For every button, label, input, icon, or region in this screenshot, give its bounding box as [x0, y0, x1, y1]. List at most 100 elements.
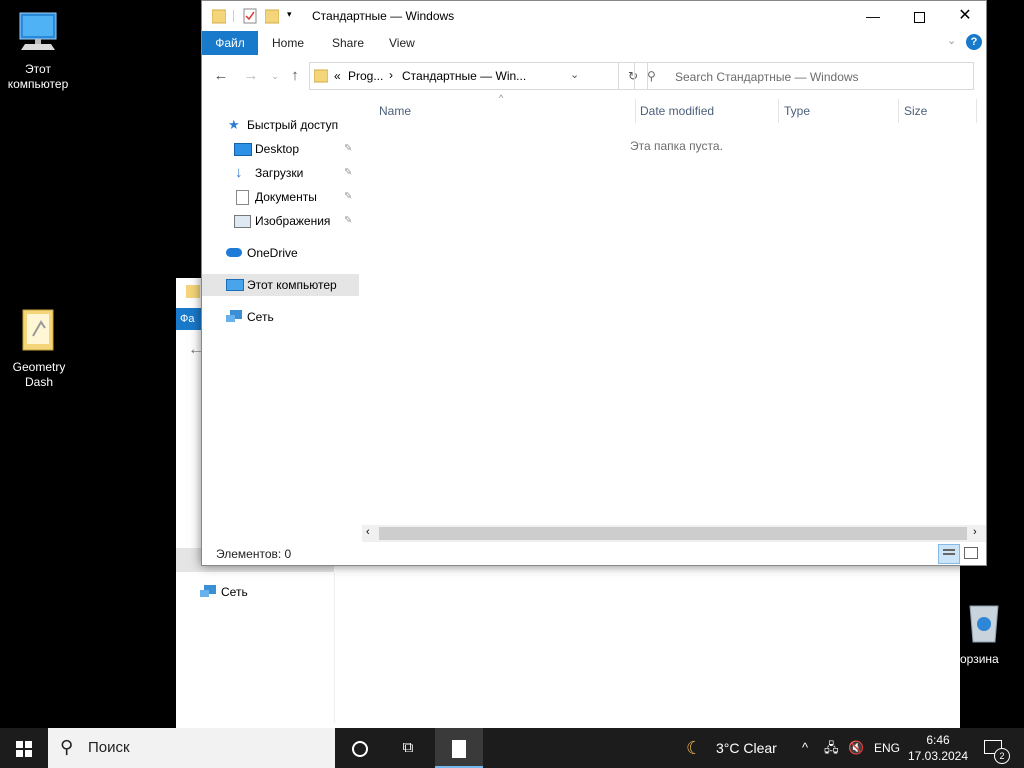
breadcrumb-item[interactable]: Prog...	[348, 69, 383, 83]
window-title: Стандартные — Windows	[312, 9, 455, 23]
computer-icon	[226, 279, 244, 291]
column-separator[interactable]	[778, 99, 779, 123]
explorer-window[interactable]: ▾ Стандартные — Windows — ✕ Файл Home Sh…	[201, 0, 987, 566]
tab-share[interactable]: Share	[332, 31, 364, 55]
start-button[interactable]	[0, 728, 48, 768]
minimize-button[interactable]: —	[850, 1, 896, 31]
details-view-button[interactable]	[938, 544, 960, 564]
back-button[interactable]: ←	[210, 65, 232, 87]
title-bar[interactable]: ▾ Стандартные — Windows — ✕	[202, 1, 986, 31]
properties-icon[interactable]	[243, 8, 257, 24]
status-bar-item-count: Элементов: 0	[216, 547, 292, 561]
download-icon: ↓	[235, 164, 243, 181]
maximize-button[interactable]	[896, 1, 942, 31]
language-indicator[interactable]: ENG	[874, 728, 900, 768]
volume-muted-icon[interactable]: 🔇	[848, 728, 864, 768]
scrollbar-thumb[interactable]	[379, 527, 967, 540]
breadcrumb-item[interactable]: Стандартные — Win...	[402, 69, 526, 83]
taskbar-search-label: Поиск	[88, 739, 130, 756]
column-separator[interactable]	[898, 99, 899, 123]
clock-time: 6:46	[926, 733, 950, 747]
nav-network[interactable]: Сеть	[202, 306, 359, 328]
cortana-button[interactable]	[336, 728, 384, 768]
weather-widget[interactable]: 3°C Clear	[716, 728, 777, 768]
column-separator[interactable]	[976, 99, 977, 123]
notification-count-badge: 2	[994, 748, 1010, 764]
quick-access-divider	[233, 10, 234, 22]
pin-icon[interactable]: ✎	[344, 186, 352, 208]
nav-label: OneDrive	[247, 246, 298, 260]
pin-icon[interactable]: ✎	[344, 138, 352, 160]
up-button[interactable]: ↑	[284, 65, 306, 87]
sort-indicator-icon: ^	[499, 93, 504, 103]
computer-icon	[19, 12, 57, 50]
forward-button[interactable]: →	[240, 65, 262, 87]
scroll-right-icon[interactable]: ›	[973, 526, 977, 538]
folder-icon	[22, 309, 54, 351]
clock[interactable]: 6:46 17.03.2024	[906, 732, 970, 764]
folder-icon	[212, 9, 226, 24]
nav-downloads[interactable]: ↓ Загрузки ✎	[202, 162, 359, 184]
cortana-icon	[352, 740, 368, 757]
background-nav-divider	[334, 573, 335, 723]
breadcrumb-overflow[interactable]: «	[334, 69, 341, 83]
network-icon	[200, 584, 218, 603]
tab-home[interactable]: Home	[272, 31, 304, 55]
pin-icon[interactable]: ✎	[344, 162, 352, 184]
task-view-button[interactable]: ⧉	[384, 728, 432, 768]
show-hidden-icons-button[interactable]: ^	[802, 728, 808, 768]
help-icon[interactable]: ?	[966, 34, 982, 50]
weather-icon[interactable]: ☾	[686, 728, 702, 768]
network-status-icon[interactable]: 🖧	[824, 728, 839, 768]
windows-logo-icon	[16, 740, 32, 757]
network-icon	[226, 310, 242, 322]
desktop-icon-this-pc[interactable]: Этот компьютер	[0, 10, 76, 92]
large-icons-view-button[interactable]	[964, 547, 978, 559]
pin-icon[interactable]: ✎	[344, 210, 352, 232]
address-dropdown-icon[interactable]: ⌄	[570, 68, 579, 81]
maximize-icon	[913, 11, 925, 23]
folder-icon	[314, 69, 328, 83]
desktop-icon-label: Этот компьютер	[7, 62, 69, 91]
nav-quick-access[interactable]: ★ Быстрый доступ	[202, 114, 359, 136]
desktop-folder-icon	[234, 143, 252, 156]
nav-onedrive[interactable]: OneDrive	[202, 242, 359, 264]
column-header-type[interactable]: Type	[784, 101, 810, 121]
nav-desktop[interactable]: Desktop ✎	[202, 138, 359, 160]
file-icon	[452, 739, 466, 758]
tab-view[interactable]: View	[389, 31, 415, 55]
column-header-name[interactable]: Name	[379, 101, 411, 121]
scroll-left-icon[interactable]: ‹	[366, 526, 370, 538]
nav-label: Этот компьютер	[247, 278, 337, 292]
recycle-bin-icon	[969, 605, 999, 643]
expand-ribbon-icon[interactable]: ⌄	[947, 34, 956, 47]
background-nav-network[interactable]: Сеть	[221, 585, 248, 599]
ribbon: Файл Home Share View ⌄ ?	[202, 31, 986, 55]
column-header-date[interactable]: Date modified	[640, 101, 714, 121]
taskbar-search-box[interactable]: ⚲ Поиск	[48, 728, 335, 768]
address-bar[interactable]: « Prog... › Стандартные — Win... ⌄	[309, 62, 619, 90]
search-input[interactable]: Search Стандартные — Windows	[675, 70, 859, 84]
column-separator[interactable]	[635, 99, 636, 123]
taskbar: ⚲ Поиск ⧉ ☾ 3°C Clear ^ 🖧 🔇 ENG 6:46 17.…	[0, 728, 1024, 768]
column-header-size[interactable]: Size	[904, 101, 927, 121]
search-icon: ⚲	[60, 737, 74, 757]
nav-label: Загрузки	[255, 166, 304, 180]
notifications-button[interactable]: 2	[980, 728, 1020, 768]
tab-file[interactable]: Файл	[202, 31, 258, 55]
nav-pictures[interactable]: Изображения ✎	[202, 210, 359, 232]
recent-locations-button[interactable]: ⌄	[264, 65, 286, 87]
horizontal-scrollbar[interactable]: ‹ ›	[362, 525, 986, 542]
nav-this-pc[interactable]: Этот компьютер	[202, 274, 359, 296]
nav-label: Быстрый доступ	[247, 118, 339, 132]
search-box[interactable]: ⚲ Search Стандартные — Windows	[634, 62, 974, 90]
taskbar-app-explorer[interactable]	[435, 728, 483, 768]
customize-toolbar-icon[interactable]: ▾	[287, 9, 292, 20]
close-button[interactable]: ✕	[942, 1, 988, 31]
new-folder-icon[interactable]	[265, 8, 279, 24]
nav-documents[interactable]: Документы ✎	[202, 186, 359, 208]
empty-folder-message: Эта папка пуста.	[630, 139, 723, 153]
document-icon	[236, 190, 249, 205]
clock-date: 17.03.2024	[907, 749, 969, 763]
desktop-icon-geometry-dash[interactable]: Geometry Dash	[1, 306, 77, 390]
